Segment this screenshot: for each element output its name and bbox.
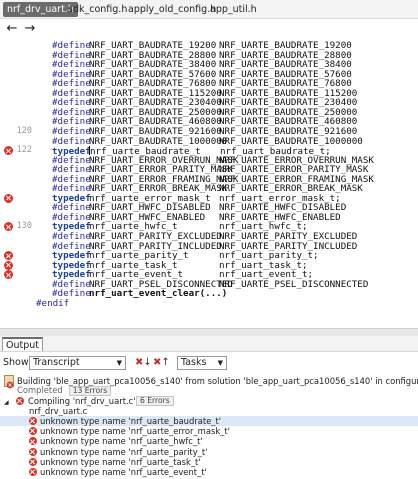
output-toolbar: Show: Transcript ▼ ✖↓ ✖↑ Tasks ▼ (0, 354, 418, 372)
identifier: nrf_uart_event_clear(...) (89, 288, 228, 300)
error-marker-icon[interactable] (4, 270, 13, 280)
error-marker-icon[interactable] (4, 222, 13, 232)
code-line[interactable]: #defineNRF_UART_BAUDRATE_1000000NRF_UART… (0, 135, 418, 147)
line-number: 120 (16, 125, 32, 136)
keyword: #define (52, 135, 91, 147)
tasks-select-value: Tasks (181, 357, 207, 368)
keyword: #define (52, 125, 91, 137)
forward-arrow-icon[interactable]: → (22, 22, 38, 37)
error-message-row[interactable]: unknown type name 'nrf_uarte_hwfc_t' (0, 436, 418, 446)
error-icon (29, 437, 37, 446)
line-number: 130 (16, 221, 32, 232)
compile-message-text: Compiling 'nrf_drv_uart.c' (28, 396, 136, 406)
output-messages: Building 'ble_app_uart_pca10056_s140' fr… (0, 373, 418, 479)
error-message-text: unknown type name 'nrf_uarte_baudrate_t' (40, 416, 222, 426)
code-editor[interactable]: #defineNRF_UART_BAUDRATE_19200 NRF_UARTE_… (0, 40, 418, 326)
error-icon (29, 447, 37, 456)
error-message-row[interactable]: unknown type name 'nrf_uarte_parity_t' (0, 447, 418, 457)
source-file-name: nrf_drv_uart.c (29, 406, 88, 416)
next-error-icon[interactable]: ✖↓ (135, 357, 152, 369)
back-arrow-icon[interactable]: ← (4, 22, 20, 37)
expand-triangle-icon[interactable]: ◢ (4, 399, 9, 406)
code-line[interactable]: #endif (0, 299, 418, 309)
endif-directive: #endif (36, 297, 70, 309)
identifier: NRF_UART_BAUDRATE_921600 (89, 125, 222, 137)
previous-error-icon[interactable]: ✖↑ (153, 357, 170, 369)
definition-value: NRF_UARTE_BAUDRATE_1000000 (219, 135, 363, 147)
error-message-row[interactable]: unknown type name 'nrf_uarte_error_mask_… (0, 426, 418, 436)
tab-app-util-h[interactable]: app_util.h (206, 2, 261, 17)
error-icon (29, 417, 37, 425)
show-label: Show: (3, 357, 32, 368)
compile-error-badge: 6 Errors (136, 396, 174, 406)
error-marker-icon[interactable] (4, 260, 13, 270)
error-marker-icon[interactable] (4, 251, 13, 261)
editor-tab-bar: nrf_drv_uart.h sdk_config.h apply_old_co… (0, 0, 418, 19)
error-message-text: unknown type name 'nrf_uarte_parity_t' (40, 446, 208, 457)
build-error-icon (4, 375, 14, 389)
code-text: #defineNRF_UART_BAUDRATE_1000000NRF_UART… (52, 135, 363, 147)
error-icon (16, 397, 24, 405)
error-icon (29, 468, 37, 476)
error-message-row[interactable]: unknown type name 'nrf_uarte_event_t' (0, 467, 418, 477)
output-panel-header: Output (0, 336, 418, 352)
tab-sdk-config-h[interactable]: sdk_config.h (64, 2, 131, 17)
error-icon (29, 427, 37, 436)
error-marker-icon[interactable] (4, 146, 13, 156)
definition-value: NRF_UARTE_PSEL_DISCONNECTED (219, 278, 369, 290)
error-count-badge: 13 Errors (68, 386, 112, 396)
compile-message[interactable]: ◢ Compiling 'nrf_drv_uart.c' 6 Errors (4, 396, 304, 406)
show-select[interactable]: Transcript ▼ (29, 356, 126, 370)
error-marker-icon[interactable] (4, 193, 13, 203)
error-message-row[interactable]: unknown type name 'nrf_uarte_baudrate_t' (0, 416, 418, 426)
chevron-down-icon: ▼ (116, 359, 122, 367)
error-icon (29, 457, 37, 466)
tab-output[interactable]: Output (2, 337, 43, 351)
error-message-row[interactable]: unknown type name 'nrf_uarte_task_t' (0, 457, 418, 467)
error-message-text: unknown type name 'nrf_uarte_task_t' (40, 456, 201, 467)
identifier: NRF_UART_BAUDRATE_1000000 (89, 135, 228, 147)
panel-splitter[interactable] (0, 328, 418, 336)
error-message-text: unknown type name 'nrf_uarte_hwfc_t' (40, 436, 203, 447)
navigation-bar: ← → (0, 20, 418, 39)
tasks-select[interactable]: Tasks ▼ (177, 356, 227, 370)
chevron-down-icon: ▼ (217, 359, 223, 367)
build-status: Completed 13 Errors (17, 385, 217, 396)
completed-label: Completed (17, 385, 63, 395)
show-select-value: Transcript (33, 357, 80, 368)
line-number: 122 (16, 145, 32, 156)
code-text: #definenrf_uart_event_clear(...) (52, 289, 227, 299)
error-message-text: unknown type name 'nrf_uarte_event_t' (40, 467, 207, 477)
error-message-text: unknown type name 'nrf_uarte_error_mask_… (40, 426, 230, 437)
